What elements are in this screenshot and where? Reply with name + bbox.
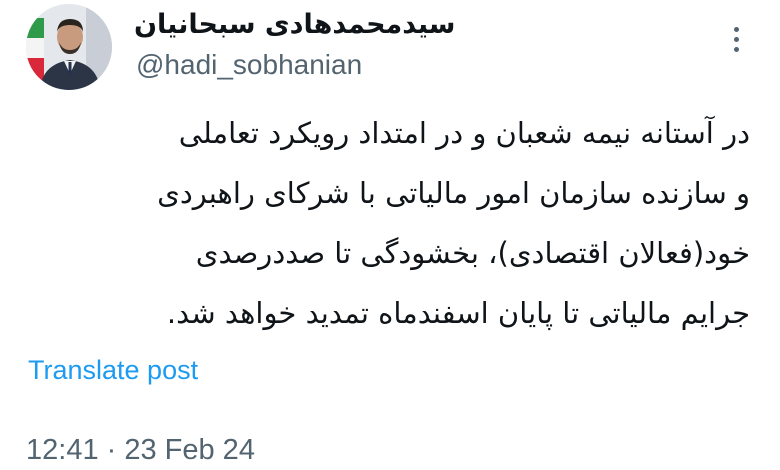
more-dot (733, 36, 739, 42)
more-vertical-icon[interactable] (722, 22, 750, 56)
post-text-line: در آستانه نیمه شعبان و در امتداد رویکرد … (178, 116, 750, 150)
post-text-line: و سازنده سازمان امور مالیاتی با شرکای را… (157, 176, 750, 210)
translate-post-link[interactable]: Translate post (28, 352, 198, 388)
post-text-line: خود(فعالان اقتصادی)، بخشودگی تا صددرصدی (195, 236, 750, 270)
author-handle[interactable]: @hadi_sobhanian (136, 48, 362, 82)
author-display-name[interactable]: سیدمحمدهادی سبحانیان (134, 8, 455, 42)
post-text-line: جرایم مالیاتی تا پایان اسفندماه تمدید خو… (166, 296, 750, 330)
post-text: در آستانه نیمه شعبان و در امتداد رویکرد … (30, 103, 750, 343)
author-avatar[interactable] (26, 4, 112, 90)
post-timestamp[interactable]: 12:41 · 23 Feb 24 (26, 432, 255, 468)
tweet-card: سیدمحمدهادی سبحانیان @hadi_sobhanian در … (0, 0, 780, 470)
profile-avatar-image (26, 4, 112, 90)
more-dot (733, 46, 739, 52)
more-dot (733, 26, 739, 32)
